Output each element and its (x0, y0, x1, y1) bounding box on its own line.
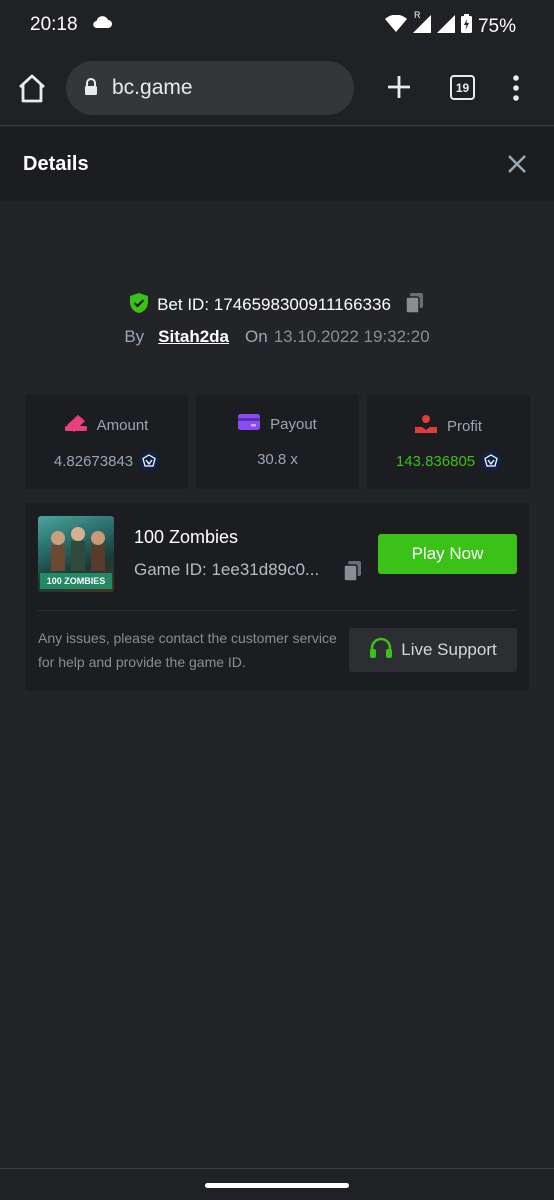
bet-id-row: Bet ID: 1746598300911166336 (0, 292, 554, 318)
status-indicators: R 75% (384, 10, 516, 39)
game-thumbnail-label: 100 ZOMBIES (40, 573, 112, 589)
game-thumbnail[interactable]: 100 ZOMBIES (38, 516, 114, 592)
dialog-header: Details (0, 127, 554, 201)
status-bar: 20:18 R 75% (0, 0, 554, 50)
signal-icon: R (412, 10, 431, 39)
stat-label-payout: Payout (270, 415, 317, 433)
payout-card-icon (238, 414, 261, 434)
stat-label-amount: Amount (96, 416, 149, 434)
copy-bet-id-icon[interactable] (405, 292, 425, 319)
system-navigation-bar (0, 1168, 554, 1200)
live-support-button[interactable]: Live Support (349, 628, 517, 672)
amount-icon (64, 414, 87, 436)
play-now-button[interactable]: Play Now (378, 534, 517, 574)
verified-shield-icon (129, 292, 149, 319)
stat-card-amount: Amount 4.82673843 (25, 395, 188, 489)
headset-icon (369, 637, 393, 664)
stat-label-profit: Profit (446, 417, 482, 435)
wifi-icon (384, 14, 407, 39)
lock-icon (84, 78, 98, 101)
battery-percent: 75% (477, 15, 516, 37)
gesture-handle[interactable] (205, 1183, 349, 1188)
game-name: 100 Zombies (134, 527, 239, 547)
signal-icon-2 (436, 14, 455, 39)
profit-icon (414, 414, 437, 438)
bettor-username-link[interactable]: Sitah2da (158, 327, 229, 347)
stat-value-amount: 4.82673843 (53, 452, 134, 470)
browser-toolbar: bc.game 19 (0, 50, 554, 126)
bet-author-row: By Sitah2da On 13.10.2022 19:32:20 (0, 325, 554, 349)
new-tab-icon[interactable] (384, 72, 414, 102)
live-support-label: Live Support (401, 640, 497, 659)
stat-card-profit: Profit 143.836805 (367, 395, 530, 489)
overflow-menu-icon[interactable] (508, 74, 524, 102)
on-label: On (245, 327, 268, 346)
battery-icon (460, 14, 472, 39)
divider (38, 610, 516, 611)
copy-game-id-icon[interactable] (343, 560, 363, 587)
home-icon[interactable] (16, 74, 48, 104)
stat-value-payout: 30.8 x (257, 451, 298, 468)
close-icon[interactable] (504, 151, 530, 177)
stat-card-payout: Payout 30.8 x (196, 395, 359, 489)
crypto-coin-icon (481, 451, 502, 471)
tab-switcher-button[interactable]: 19 (450, 75, 475, 100)
support-notice: Any issues, please contact the customer … (38, 630, 337, 670)
bet-id: Bet ID: 1746598300911166336 (157, 295, 391, 314)
crypto-coin-icon (139, 451, 160, 471)
dialog-title: Details (23, 153, 89, 175)
stat-value-profit: 143.836805 (395, 452, 476, 470)
roaming-label: R (413, 9, 421, 20)
status-time: 20:18 (30, 14, 78, 35)
bet-datetime: 13.10.2022 19:32:20 (273, 327, 430, 346)
game-id: Game ID: 1ee31d89c0... (134, 560, 320, 579)
address-bar[interactable]: bc.game (66, 61, 354, 115)
cloud-icon (92, 15, 112, 34)
game-card: 100 ZOMBIES 100 Zombies Game ID: 1ee31d8… (25, 503, 529, 691)
by-label: By (124, 327, 145, 346)
url-text: bc.game (112, 76, 193, 99)
